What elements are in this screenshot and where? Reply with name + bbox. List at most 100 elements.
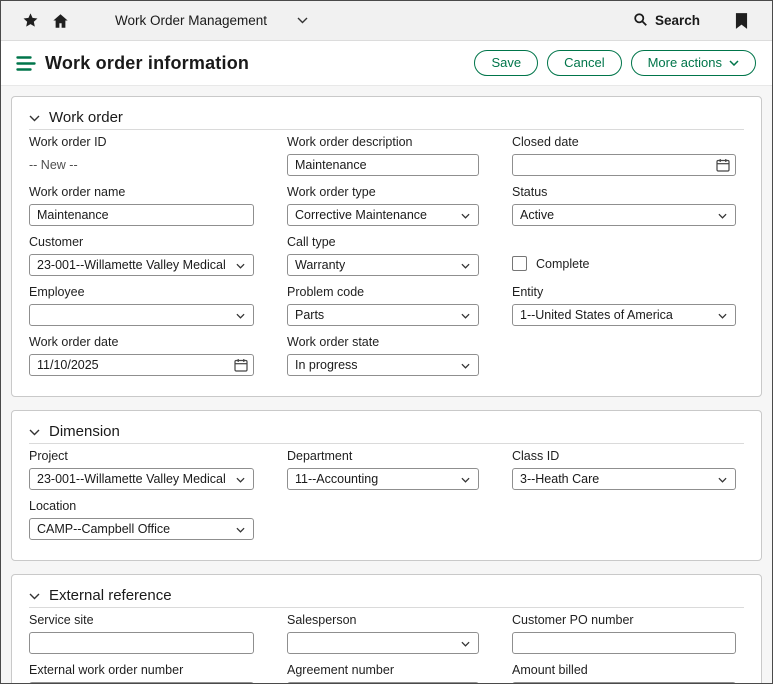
field-label: Employee	[29, 285, 254, 299]
home-icon[interactable]	[45, 6, 75, 36]
field-external-work-order-number: External work order number	[29, 663, 254, 683]
field-complete: Complete	[512, 235, 736, 280]
field-label: Salesperson	[287, 613, 479, 627]
external-reference-section: External reference Service site Salesper…	[11, 574, 762, 683]
select-value: 3--Heath Care	[520, 472, 599, 486]
cancel-button[interactable]: Cancel	[547, 50, 621, 76]
save-button[interactable]: Save	[474, 50, 538, 76]
field-work-order-date: Work order date	[29, 335, 254, 380]
dimension-section-header[interactable]: Dimension	[29, 419, 744, 444]
chevron-down-icon	[718, 477, 727, 483]
amount-billed-input[interactable]	[512, 682, 736, 683]
field-label: Work order description	[287, 135, 479, 149]
work-order-name-input[interactable]	[29, 204, 254, 226]
field-status: Status Active	[512, 185, 736, 230]
work-order-date-input[interactable]	[29, 354, 254, 376]
field-label: Agreement number	[287, 663, 479, 677]
select-value: 23-001--Willamette Valley Medical	[37, 472, 226, 486]
dimension-fields: Project 23-001--Willamette Valley Medica…	[29, 444, 744, 544]
field-service-site: Service site	[29, 613, 254, 658]
select-value: Warranty	[295, 258, 345, 272]
empty-cell	[287, 499, 479, 544]
select-value: Parts	[295, 308, 324, 322]
field-customer-po-number: Customer PO number	[512, 613, 736, 658]
work-order-fields: Work order ID -- New -- Work order descr…	[29, 130, 744, 380]
section-title: Dimension	[49, 423, 120, 440]
chevron-down-icon	[236, 527, 245, 533]
favorites-star-icon[interactable]	[15, 6, 45, 36]
application-switcher[interactable]: Work Order Management	[115, 13, 308, 28]
problem-code-select[interactable]: Parts	[287, 304, 479, 326]
field-work-order-id: Work order ID -- New --	[29, 135, 254, 180]
field-label: Customer PO number	[512, 613, 736, 627]
work-order-section: Work order Work order ID -- New -- Work …	[11, 96, 762, 397]
field-closed-date: Closed date	[512, 135, 736, 180]
external-work-order-number-input[interactable]	[29, 682, 254, 683]
field-label: Department	[287, 449, 479, 463]
field-label: Work order ID	[29, 135, 254, 149]
list-menu-icon[interactable]	[13, 50, 39, 76]
status-select[interactable]: Active	[512, 204, 736, 226]
field-label: Service site	[29, 613, 254, 627]
complete-checkbox-row[interactable]: Complete	[512, 256, 736, 271]
call-type-select[interactable]: Warranty	[287, 254, 479, 276]
select-value: CAMP--Campbell Office	[37, 522, 170, 536]
customer-select[interactable]: 23-001--Willamette Valley Medical	[29, 254, 254, 276]
cancel-button-label: Cancel	[564, 55, 604, 71]
salesperson-select[interactable]	[287, 632, 479, 654]
field-department: Department 11--Accounting	[287, 449, 479, 494]
field-work-order-type: Work order type Corrective Maintenance	[287, 185, 479, 230]
field-label: Amount billed	[512, 663, 736, 677]
more-actions-button[interactable]: More actions	[631, 50, 756, 76]
customer-po-number-input[interactable]	[512, 632, 736, 654]
field-label: Work order date	[29, 335, 254, 349]
field-location: Location CAMP--Campbell Office	[29, 499, 254, 544]
field-salesperson: Salesperson	[287, 613, 479, 658]
chevron-down-icon	[236, 263, 245, 269]
chevron-down-icon	[461, 641, 470, 647]
work-order-type-select[interactable]: Corrective Maintenance	[287, 204, 479, 226]
field-label: Location	[29, 499, 254, 513]
entity-select[interactable]: 1--United States of America	[512, 304, 736, 326]
employee-select[interactable]	[29, 304, 254, 326]
chevron-down-icon	[718, 213, 727, 219]
location-select[interactable]: CAMP--Campbell Office	[29, 518, 254, 540]
work-order-state-select[interactable]: In progress	[287, 354, 479, 376]
chevron-down-icon	[236, 477, 245, 483]
bookmark-icon[interactable]	[726, 6, 756, 36]
complete-checkbox[interactable]	[512, 256, 527, 271]
class-id-select[interactable]: 3--Heath Care	[512, 468, 736, 490]
field-amount-billed: Amount billed	[512, 663, 736, 683]
agreement-number-input[interactable]	[287, 682, 479, 683]
complete-checkbox-label: Complete	[536, 257, 590, 271]
closed-date-input[interactable]	[512, 154, 736, 176]
select-value: Corrective Maintenance	[295, 208, 427, 222]
select-value: 11--Accounting	[295, 472, 378, 486]
section-title: External reference	[49, 587, 172, 604]
calendar-icon[interactable]	[716, 158, 730, 172]
service-site-input[interactable]	[29, 632, 254, 654]
chevron-down-icon	[729, 60, 739, 66]
work-order-section-header[interactable]: Work order	[29, 105, 744, 130]
calendar-icon[interactable]	[234, 358, 248, 372]
field-call-type: Call type Warranty	[287, 235, 479, 280]
field-label: Work order type	[287, 185, 479, 199]
external-reference-section-header[interactable]: External reference	[29, 583, 744, 608]
project-select[interactable]: 23-001--Willamette Valley Medical	[29, 468, 254, 490]
field-label: Work order state	[287, 335, 479, 349]
department-select[interactable]: 11--Accounting	[287, 468, 479, 490]
field-label: Class ID	[512, 449, 736, 463]
empty-cell	[512, 499, 736, 544]
empty-cell	[512, 335, 736, 380]
search-icon	[633, 12, 648, 30]
more-actions-label: More actions	[648, 55, 722, 71]
page-header: Work order information Save Cancel More …	[1, 41, 772, 86]
global-search[interactable]: Search	[633, 12, 700, 30]
field-label: Project	[29, 449, 254, 463]
chevron-down-icon	[718, 313, 727, 319]
work-order-description-input[interactable]	[287, 154, 479, 176]
field-customer: Customer 23-001--Willamette Valley Medic…	[29, 235, 254, 280]
top-navigation-bar: Work Order Management Search	[1, 1, 772, 41]
dimension-section: Dimension Project 23-001--Willamette Val…	[11, 410, 762, 561]
work-order-management-window: Work Order Management Search Work order …	[0, 0, 773, 684]
